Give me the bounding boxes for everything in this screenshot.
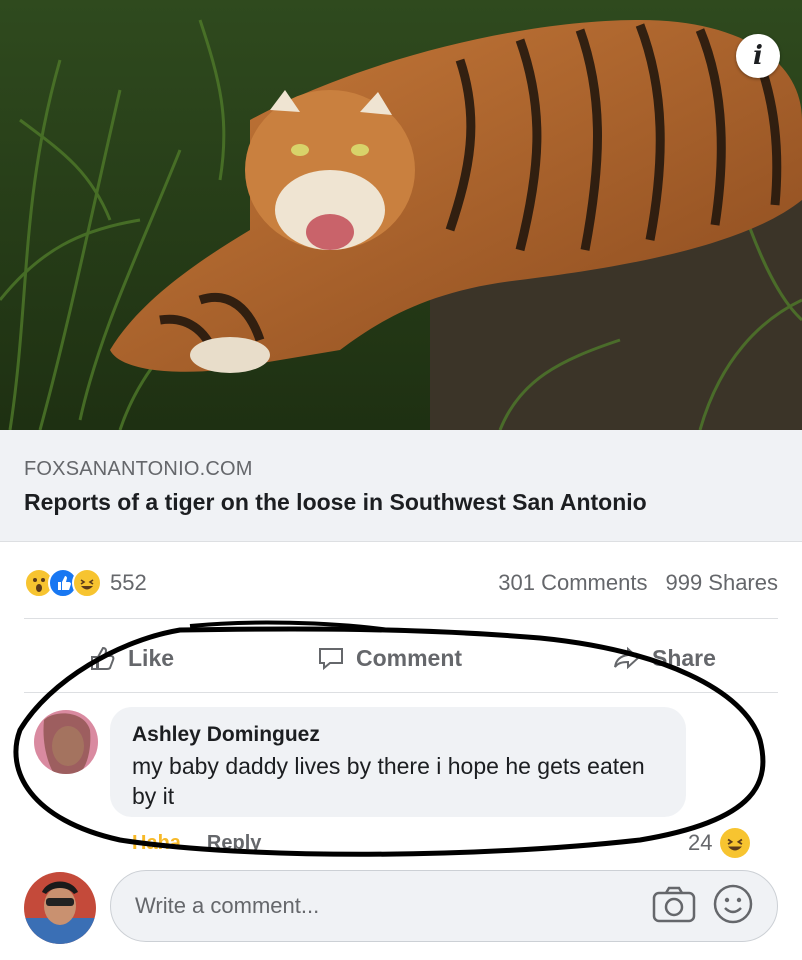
haha-icon (720, 828, 751, 858)
info-icon[interactable]: i (736, 34, 780, 78)
commenter-avatar[interactable] (34, 710, 98, 774)
user-avatar[interactable] (24, 872, 96, 944)
comment-bubble: Ashley Dominguez my baby daddy lives by … (110, 707, 686, 817)
link-preview[interactable]: FOXSANANTONIO.COM Reports of a tiger on … (0, 430, 802, 542)
comment-actions: Haha Reply (132, 832, 261, 855)
link-preview-image[interactable]: i (0, 0, 802, 430)
haha-icon (72, 568, 102, 598)
comment-button[interactable]: Comment (316, 643, 462, 673)
tiger-photo (0, 0, 802, 430)
comment-label: Comment (356, 644, 463, 671)
emoji-icon[interactable] (711, 882, 755, 931)
comment-composer[interactable] (110, 870, 778, 942)
comment-input[interactable] (133, 892, 637, 920)
post-stats: 552 301 Comments 999 Shares (24, 566, 778, 600)
thumbs-up-icon (91, 646, 115, 670)
link-title[interactable]: Reports of a tiger on the loose in South… (24, 489, 778, 516)
comment-icon (319, 648, 343, 671)
comment-text: my baby daddy lives by there i hope he g… (132, 753, 645, 809)
link-domain: FOXSANANTONIO.COM (24, 458, 253, 480)
haha-reaction-link[interactable]: Haha (132, 832, 181, 855)
divider (24, 692, 778, 693)
reply-link[interactable]: Reply (207, 832, 261, 855)
camera-icon[interactable] (651, 884, 697, 929)
like-label: Like (128, 644, 175, 671)
shares-count[interactable]: 999 Shares (665, 570, 778, 596)
divider (24, 618, 778, 619)
comments-count[interactable]: 301 Comments (498, 570, 647, 596)
action-bar: Like Comment Share (0, 630, 802, 686)
reaction-count: 552 (110, 570, 147, 595)
share-label: Share (652, 644, 716, 671)
comment-reaction[interactable]: 24 (688, 828, 751, 858)
like-button[interactable]: Like (88, 643, 174, 673)
share-button[interactable]: Share (612, 643, 716, 673)
comment-reaction-count: 24 (688, 830, 713, 855)
reaction-summary[interactable]: 552 (24, 568, 147, 598)
comment-author[interactable]: Ashley Dominguez (132, 723, 664, 747)
share-icon (614, 646, 640, 670)
